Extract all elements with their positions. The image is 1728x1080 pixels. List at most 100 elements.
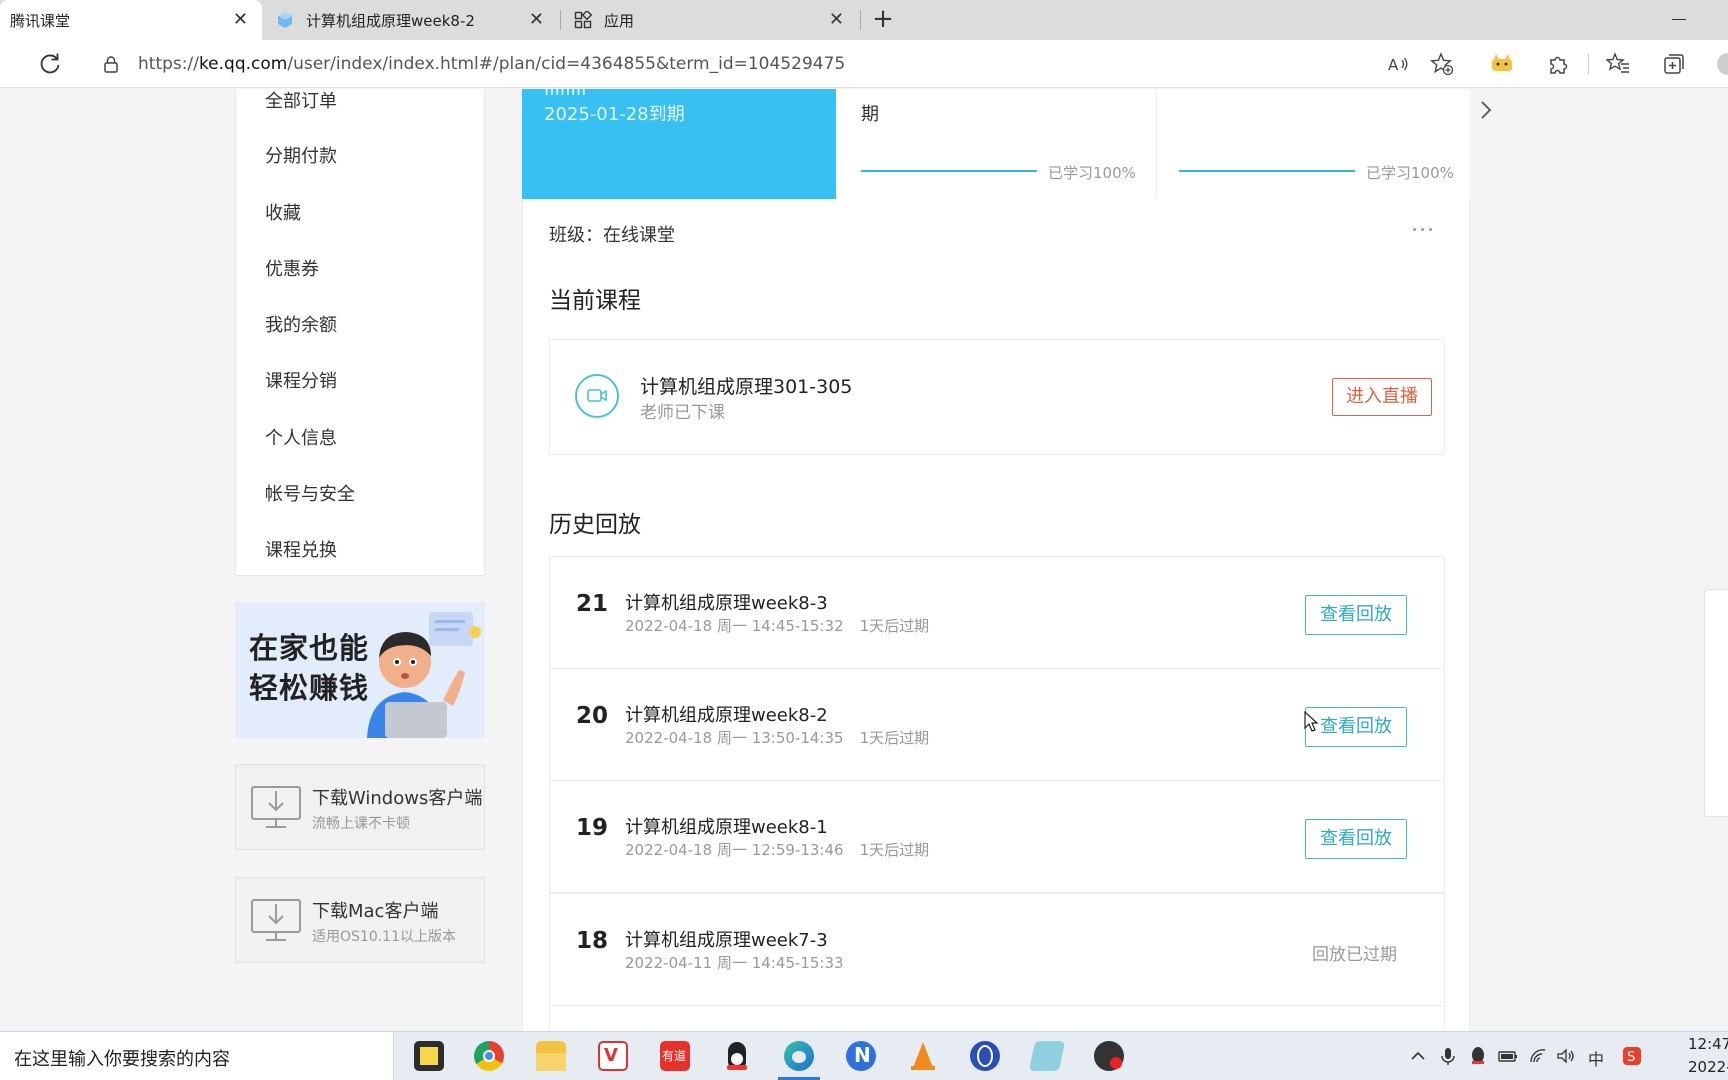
- page-content: 全部订单 分期付款 收藏 优惠券 我的余额 课程分销 个人信息 帐号与安全 课程…: [0, 89, 1728, 1031]
- reload-icon[interactable]: [36, 50, 64, 78]
- qq-icon[interactable]: [722, 1041, 752, 1071]
- vlc-icon[interactable]: [908, 1041, 938, 1071]
- lesson-number: 21: [576, 591, 609, 617]
- clock-time[interactable]: 12:47: [1688, 1035, 1728, 1053]
- svg-text:S: S: [1627, 1050, 1635, 1065]
- account-sidebar: 全部订单 分期付款 收藏 优惠券 我的余额 课程分销 个人信息 帐号与安全 课程…: [235, 89, 485, 576]
- more-options-icon[interactable]: [1411, 226, 1435, 234]
- favorite-add-icon[interactable]: [1430, 52, 1454, 76]
- course-card-title-cut: ⅠⅠⅠⅠⅠⅠⅠⅠ: [544, 89, 587, 100]
- sidebar-item-favorites[interactable]: 收藏: [265, 199, 301, 225]
- live-course-status: 老师已下课: [640, 403, 725, 423]
- notebook-app-icon[interactable]: [1028, 1041, 1066, 1071]
- live-course-name[interactable]: 计算机组成原理301-305: [640, 372, 852, 399]
- lesson-title[interactable]: 计算机组成原理week7-3: [625, 926, 828, 952]
- download-monitor-icon: [251, 786, 301, 828]
- taskbar-search-box[interactable]: 在这里输入你要搜索的内容: [0, 1032, 394, 1080]
- extension-cat-icon[interactable]: [1490, 52, 1514, 76]
- lesson-title[interactable]: 计算机组成原理week8-1: [625, 813, 828, 839]
- collections-icon[interactable]: [1662, 52, 1686, 76]
- lock-icon[interactable]: [102, 55, 120, 73]
- enter-live-button[interactable]: 进入直播: [1332, 378, 1432, 416]
- address-bar[interactable]: https://ke.qq.com/user/index/index.html#…: [84, 44, 1454, 84]
- microphone-icon[interactable]: [1438, 1046, 1458, 1066]
- sidebar-item-distribution[interactable]: 课程分销: [265, 367, 337, 393]
- live-course-card: 计算机组成原理301-305 老师已下课 进入直播: [549, 339, 1445, 455]
- lesson-title[interactable]: 计算机组成原理week8-2: [625, 701, 828, 727]
- course-expiry-date: 2025-01-28到期: [544, 104, 685, 125]
- toolbar-divider: [1588, 54, 1589, 74]
- download-title: 下载Windows客户端: [312, 788, 483, 809]
- sidebar-item-redeem[interactable]: 课程兑换: [265, 536, 337, 562]
- recorder-app-icon[interactable]: [1094, 1041, 1124, 1071]
- close-icon[interactable]: ✕: [829, 10, 844, 30]
- replay-row: 19 计算机组成原理week8-1 2022-04-18 周一 12:59-13…: [549, 780, 1445, 893]
- mouse-cursor-icon: [1304, 711, 1319, 732]
- sticky-notes-icon[interactable]: [414, 1041, 444, 1071]
- course-progress-bar: [1179, 170, 1355, 172]
- lesson-title[interactable]: 计算机组成原理week8-3: [625, 589, 828, 615]
- taskbar-search-placeholder: 在这里输入你要搜索的内容: [14, 1049, 230, 1070]
- sidebar-item-coupons[interactable]: 优惠券: [265, 255, 319, 281]
- lesson-meta: 2022-04-18 周一 12:59-13:46 1天后过期: [625, 841, 930, 859]
- chevron-up-icon[interactable]: [1408, 1046, 1428, 1066]
- battery-icon[interactable]: [1498, 1046, 1518, 1066]
- close-icon[interactable]: ✕: [233, 10, 248, 30]
- sidebar-item-security[interactable]: 帐号与安全: [265, 480, 355, 506]
- input-method-indicator[interactable]: 中: [1588, 1046, 1604, 1070]
- minimize-button[interactable]: [1668, 10, 1692, 30]
- download-monitor-icon: [251, 899, 301, 941]
- wifi-icon[interactable]: [1528, 1046, 1548, 1066]
- view-replay-button[interactable]: 查看回放: [1305, 595, 1407, 635]
- extensions-puzzle-icon[interactable]: [1546, 52, 1570, 76]
- view-replay-button[interactable]: 查看回放: [1305, 819, 1407, 859]
- favorites-icon[interactable]: [1606, 52, 1630, 76]
- tab-tencent-classroom[interactable]: 腾讯课堂 ✕: [0, 0, 262, 40]
- promo-text: 在家也能 轻松赚钱: [249, 631, 370, 705]
- course-card-divider: [1156, 89, 1157, 199]
- close-icon[interactable]: ✕: [529, 10, 544, 30]
- promo-banner[interactable]: 在家也能 轻松赚钱: [235, 602, 485, 738]
- network-app-icon[interactable]: [970, 1041, 1000, 1071]
- tab-apps[interactable]: 应用 ✕: [562, 0, 858, 40]
- read-aloud-icon[interactable]: A: [1386, 52, 1410, 76]
- sidebar-item-profile[interactable]: 个人信息: [265, 424, 337, 450]
- course-card-active[interactable]: ⅠⅠⅠⅠⅠⅠⅠⅠ 2025-01-28到期: [522, 89, 836, 199]
- course-card-title[interactable]: 期: [861, 100, 879, 126]
- tab-title: 计算机组成原理week8-2: [306, 11, 475, 30]
- lesson-meta: 2022-04-18 周一 13:50-14:35 1天后过期: [625, 729, 930, 747]
- tab-title: 腾讯课堂: [10, 11, 71, 30]
- youdao-icon[interactable]: 有道: [660, 1041, 690, 1071]
- n-app-icon[interactable]: N: [846, 1041, 876, 1071]
- history-replay-heading: 历史回放: [549, 512, 641, 538]
- class-label: 班级：在线课堂: [549, 225, 675, 246]
- apps-icon: [574, 11, 592, 29]
- vmware-icon[interactable]: V: [598, 1041, 628, 1071]
- chevron-right-icon[interactable]: [1478, 99, 1494, 121]
- chrome-icon[interactable]: [474, 1041, 504, 1071]
- replay-row: 21 计算机组成原理week8-3 2022-04-18 周一 14:45-15…: [549, 556, 1445, 669]
- view-replay-button[interactable]: 查看回放: [1305, 707, 1407, 747]
- lesson-meta: 2022-04-11 周一 14:45-15:33: [625, 954, 844, 972]
- windows-taskbar: 在这里输入你要搜索的内容 V 有道 N 中 S 12:47 2022: [0, 1031, 1728, 1080]
- qq-tray-icon[interactable]: [1468, 1046, 1488, 1066]
- clock-date[interactable]: 2022-04: [1688, 1058, 1728, 1076]
- profile-avatar-icon[interactable]: [1716, 52, 1728, 76]
- sidebar-item-all-orders[interactable]: 全部订单: [265, 89, 337, 113]
- tab-week8-2[interactable]: 计算机组成原理week8-2 ✕: [262, 0, 558, 40]
- new-tab-button[interactable]: +: [868, 4, 898, 34]
- edge-icon[interactable]: [784, 1041, 814, 1071]
- browser-tab-strip: 腾讯课堂 ✕ 计算机组成原理week8-2 ✕ 应用 ✕ +: [0, 0, 1728, 40]
- download-mac-client[interactable]: 下载Mac客户端 适用OS10.11以上版本: [235, 877, 485, 963]
- volume-icon[interactable]: [1556, 1046, 1576, 1066]
- sidebar-item-balance[interactable]: 我的余额: [265, 311, 337, 337]
- sidebar-item-installments[interactable]: 分期付款: [265, 142, 337, 168]
- floating-side-toolbar[interactable]: [1704, 589, 1728, 817]
- download-windows-client[interactable]: 下载Windows客户端 流畅上课不卡顿: [235, 764, 485, 850]
- sogou-input-icon[interactable]: S: [1622, 1046, 1642, 1066]
- promo-illustration: [367, 612, 481, 738]
- lesson-number: 18: [576, 928, 609, 954]
- course-progress-text: 已学习100%: [1048, 164, 1136, 182]
- download-subtitle: 适用OS10.11以上版本: [312, 929, 456, 945]
- file-explorer-icon[interactable]: [536, 1041, 566, 1071]
